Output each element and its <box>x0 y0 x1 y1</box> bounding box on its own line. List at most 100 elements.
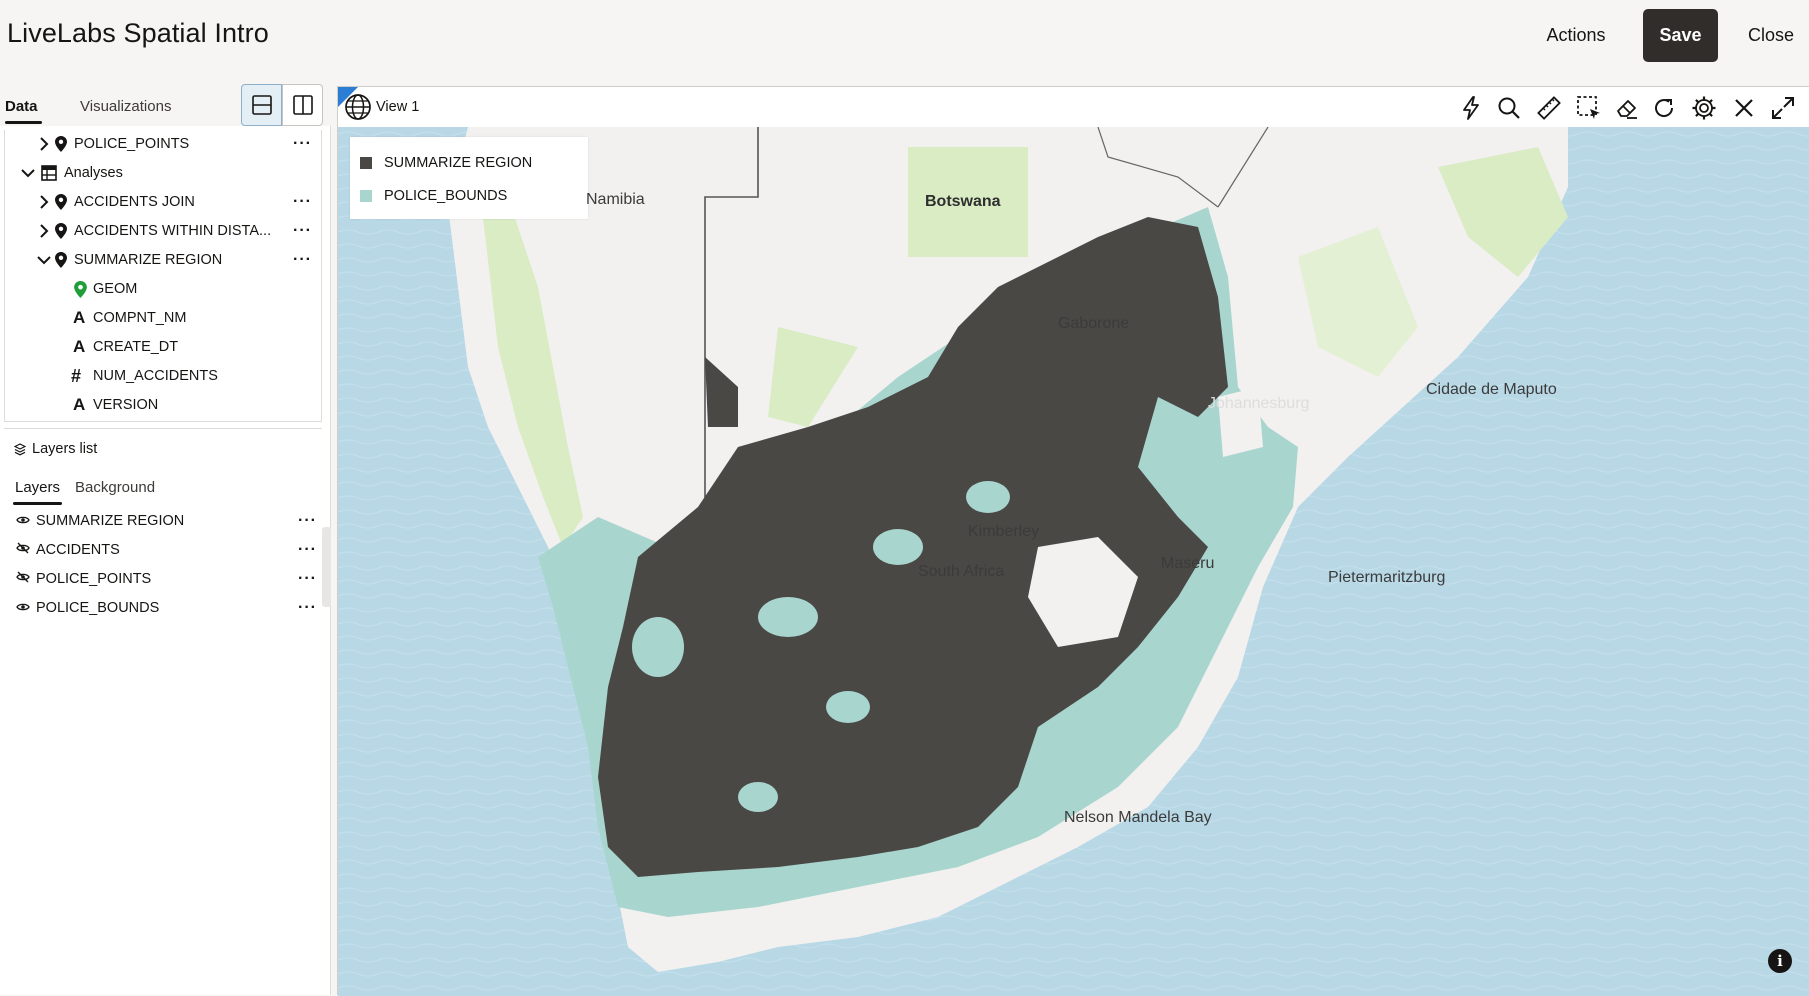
gear-icon[interactable] <box>1690 94 1718 122</box>
tree-field-num-accidents[interactable]: # NUM_ACCIDENTS <box>5 364 323 388</box>
map-view: View 1 SUMMARIZE REGION POLICE_BOUNDS Na… <box>337 86 1809 996</box>
tree-item-accidents-within-distance[interactable]: ACCIDENTS WITHIN DISTA... ··· <box>5 219 323 243</box>
chevron-right-icon[interactable] <box>39 224 49 238</box>
map-label-kimberley: Kimberley <box>968 523 1040 540</box>
layer-item-summarize-region[interactable]: SUMMARIZE REGION ··· <box>16 509 316 533</box>
map-label-maseru: Maseru <box>1161 555 1215 572</box>
tree-item-police-points[interactable]: POLICE_POINTS ··· <box>5 132 323 156</box>
legend-label: SUMMARIZE REGION <box>384 155 533 171</box>
tree-field-geom[interactable]: GEOM <box>5 277 323 301</box>
table-icon <box>41 165 57 181</box>
panel-resize-handle[interactable] <box>322 527 331 607</box>
tree-item-label: SUMMARIZE REGION <box>74 252 223 268</box>
tree-field-compnt-nm[interactable]: A COMPNT_NM <box>5 306 323 330</box>
location-pin-icon <box>55 136 67 152</box>
view-toolbar: View 1 <box>338 87 1809 127</box>
map-legend: SUMMARIZE REGION POLICE_BOUNDS <box>350 137 588 219</box>
layer-label: POLICE_BOUNDS <box>36 600 160 616</box>
chevron-right-icon[interactable] <box>39 137 49 151</box>
eye-icon[interactable] <box>16 600 30 616</box>
eye-off-icon[interactable] <box>16 542 30 558</box>
more-options-icon[interactable]: ··· <box>298 512 317 530</box>
tab-background[interactable]: Background <box>75 479 155 496</box>
tree-field-version[interactable]: A VERSION <box>5 393 323 417</box>
tree-field-label: CREATE_DT <box>93 339 179 355</box>
map-label-gaborone: Gaborone <box>1058 315 1130 332</box>
location-pin-icon <box>55 252 67 268</box>
more-options-icon[interactable]: ··· <box>293 222 312 240</box>
eye-off-icon[interactable] <box>16 571 30 587</box>
layer-item-police-bounds[interactable]: POLICE_BOUNDS ··· <box>16 596 316 620</box>
close-icon[interactable] <box>1730 94 1758 122</box>
split-vertical-icon <box>292 95 313 115</box>
location-pin-icon <box>55 223 67 239</box>
chevron-right-icon[interactable] <box>39 195 49 209</box>
actions-button[interactable]: Actions <box>1530 9 1622 62</box>
map-label-south-africa: South Africa <box>918 563 1005 580</box>
map-label-botswana: Botswana <box>925 193 1001 210</box>
refresh-icon[interactable] <box>1650 94 1678 122</box>
ruler-icon[interactable] <box>1535 94 1563 122</box>
left-panel: Data Visualizations POLICE_POINTS ··· An… <box>0 72 331 995</box>
chevron-down-icon[interactable] <box>21 168 35 178</box>
more-options-icon[interactable]: ··· <box>293 135 312 153</box>
more-options-icon[interactable]: ··· <box>293 251 312 269</box>
geometry-pin-icon <box>74 280 87 298</box>
chevron-down-icon[interactable] <box>37 255 51 265</box>
close-button[interactable]: Close <box>1735 9 1807 62</box>
legend-item-police-bounds: POLICE_BOUNDS <box>360 186 507 206</box>
layout-vertical-toggle[interactable] <box>282 84 323 126</box>
layers-icon <box>14 442 26 455</box>
tab-data[interactable]: Data <box>5 98 41 124</box>
app-header: LiveLabs Spatial Intro Actions Save Clos… <box>0 0 1809 72</box>
view-title: View 1 <box>376 99 420 115</box>
layers-list-title: Layers list <box>32 441 98 457</box>
save-button[interactable]: Save <box>1643 9 1718 62</box>
select-region-icon[interactable] <box>1575 94 1603 122</box>
tree-item-analyses[interactable]: Analyses <box>5 161 323 185</box>
map-label-nelson-mandela-bay: Nelson Mandela Bay <box>1064 809 1212 826</box>
tree-item-accidents-join[interactable]: ACCIDENTS JOIN ··· <box>5 190 323 214</box>
panel-tabs: Data Visualizations <box>0 72 331 126</box>
location-pin-icon <box>55 194 67 210</box>
more-options-icon[interactable]: ··· <box>298 541 317 559</box>
globe-icon <box>344 93 372 126</box>
tab-layers[interactable]: Layers <box>12 479 63 505</box>
tree-item-summarize-region[interactable]: SUMMARIZE REGION ··· <box>5 248 323 272</box>
text-type-icon: A <box>73 395 86 414</box>
layer-label: ACCIDENTS <box>36 542 120 558</box>
more-options-icon[interactable]: ··· <box>298 599 317 617</box>
lightning-icon[interactable] <box>1457 94 1485 122</box>
eraser-icon[interactable] <box>1613 94 1641 122</box>
more-options-icon[interactable]: ··· <box>293 193 312 211</box>
map-label-namibia: Namibia <box>586 191 645 208</box>
search-icon[interactable] <box>1495 94 1523 122</box>
tab-visualizations[interactable]: Visualizations <box>80 98 171 115</box>
tree-item-label: ACCIDENTS WITHIN DISTA... <box>74 223 272 239</box>
tree-field-create-dt[interactable]: A CREATE_DT <box>5 335 323 359</box>
tree-field-label: COMPNT_NM <box>93 310 187 326</box>
map-label-maritzburg: Pietermaritzburg <box>1328 569 1446 586</box>
page-title: LiveLabs Spatial Intro <box>7 18 269 48</box>
split-horizontal-icon <box>251 95 272 115</box>
layer-item-police-points[interactable]: POLICE_POINTS ··· <box>16 567 316 591</box>
number-type-icon: # <box>71 365 82 386</box>
layers-list-heading: Layers list <box>14 441 97 457</box>
tree-item-label: POLICE_POINTS <box>74 136 190 152</box>
text-type-icon: A <box>73 337 86 356</box>
info-icon[interactable]: i <box>1768 949 1792 973</box>
layout-horizontal-toggle[interactable] <box>241 84 282 126</box>
eye-icon[interactable] <box>16 513 30 529</box>
tree-item-label: Analyses <box>64 165 123 181</box>
map-label-johannesburg: Johannesburg <box>1208 395 1310 412</box>
layer-item-accidents[interactable]: ACCIDENTS ··· <box>16 538 316 562</box>
legend-swatch <box>360 157 372 169</box>
map-canvas[interactable]: SUMMARIZE REGION POLICE_BOUNDS Namibia B… <box>338 127 1809 996</box>
more-options-icon[interactable]: ··· <box>298 570 317 588</box>
tree-item-label: ACCIDENTS JOIN <box>74 194 195 210</box>
expand-icon[interactable] <box>1769 94 1797 122</box>
layers-panel: Layers list Layers Background SUMMARIZE … <box>4 428 322 995</box>
layer-label: POLICE_POINTS <box>36 571 152 587</box>
tree-field-label: NUM_ACCIDENTS <box>93 368 218 384</box>
text-type-icon: A <box>73 308 86 327</box>
